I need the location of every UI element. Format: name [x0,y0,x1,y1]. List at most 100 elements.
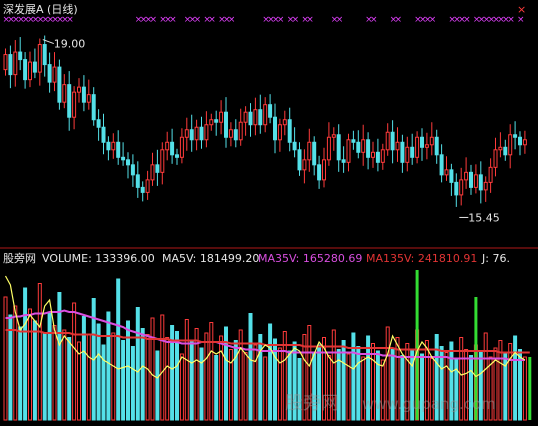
candle-body [395,141,400,151]
candle-body [366,139,371,158]
volume-bar [160,314,165,421]
candle-body [518,136,522,146]
candle-body [140,186,145,193]
volume-bar [72,302,77,421]
candle-body [170,141,175,156]
readout-ma5v: MA5V: 181499.20 [162,252,259,265]
volume-bar [209,322,214,421]
volume-bar [248,313,253,421]
volume-bar [184,319,189,421]
candle-body [165,141,170,151]
candle-body [194,126,199,141]
candle-body [405,146,410,163]
volume-bar [175,331,179,421]
candle-body [390,131,395,151]
readout-ma135v: MA135V: 241810.91 [366,252,477,265]
volume-bar [32,320,37,421]
candle-body [32,61,37,73]
candle-body [37,44,42,73]
top-right-marker: × [517,3,526,16]
candle-body [508,134,513,156]
volume-bar [126,320,130,421]
candle-body [336,134,341,161]
candle-body [224,111,228,138]
readout-j: J: 76. [481,252,510,265]
candle-body [503,146,508,156]
volume-bar [106,311,111,421]
signal-marker: × [208,15,216,25]
candle-body [52,66,57,83]
volume-bar [37,283,42,421]
candle-body [307,141,312,161]
volume-bar [253,344,258,421]
candle-body [238,121,243,141]
candle-body [277,124,282,141]
candle-body [28,61,32,81]
candle-body [317,164,322,181]
candle-body [469,171,473,188]
candle-body [126,159,130,166]
signal-marker: × [395,15,403,25]
candle-body [488,166,493,183]
signal-marker: × [370,15,378,25]
candle-body [415,136,420,158]
volume-bar [243,352,248,421]
candle-body [356,141,361,153]
volume-bar [351,332,356,421]
candle-body [429,136,434,146]
volume-bar [155,350,160,421]
high-price-label: 19.00 [54,38,86,51]
candle-body [121,156,126,161]
candle-body [263,104,268,126]
candle-body [273,116,277,141]
candle-body [86,94,91,103]
candle-body [8,54,13,76]
signal-marker: × [336,15,344,25]
candle-body [248,111,253,126]
volume-bar [513,335,518,421]
candle-body [493,149,498,168]
volume-bar [204,332,209,421]
candle-body [106,141,111,151]
candle-body [346,139,351,163]
candle-body [282,119,287,126]
candle-body [454,181,459,196]
candle-body [464,171,469,181]
candle-body [77,86,81,93]
volume-bar [258,334,263,421]
volume-bar [130,346,135,421]
volume-bar [116,278,121,421]
volume-bar [23,287,28,421]
candle-body [498,146,503,151]
signal-marker: × [194,15,202,25]
candle-body [361,139,366,153]
signal-marker: × [292,15,300,25]
candle-body [47,64,52,83]
candle-body [116,141,121,158]
indicator-name: 股旁网 [3,251,36,265]
candle-body [18,51,23,61]
candle-body [478,174,483,191]
candle-body [253,109,258,126]
volume-bar [522,356,527,421]
volume-bar [67,337,72,421]
volume-bar [13,305,18,421]
candle-body [326,136,331,161]
volume-bar [18,326,23,421]
volume-bar [199,347,204,421]
candle-body [3,54,8,71]
candle-body [459,179,464,196]
candle-body [209,119,214,126]
low-price-label: 15.45 [468,211,500,224]
candle-body [204,124,209,141]
volume-bar [101,344,106,421]
candle-body [135,174,140,188]
candle-body [57,66,62,103]
candle-body [228,129,233,138]
volume-bar [140,328,145,421]
candle-body [67,84,72,118]
candle-body [473,174,478,188]
signal-marker: × [306,15,314,25]
volume-bar [224,326,228,421]
volume-bar [86,334,91,421]
